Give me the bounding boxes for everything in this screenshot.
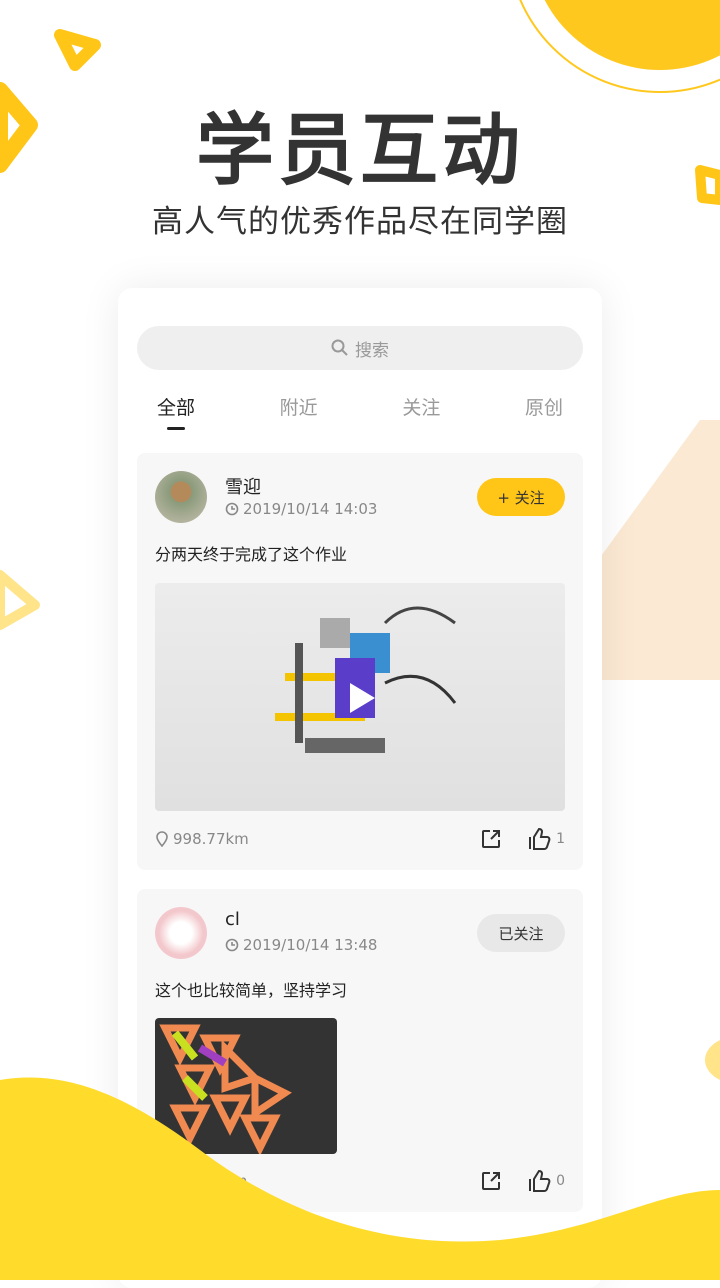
page-title: 学员互动 [195,106,524,196]
post-card: 雪迎 2019/10/14 14:03 + 关注 分两天终于完成了这个作业 99… [137,453,583,870]
like-button[interactable]: 1 [528,828,565,850]
tab-nearby[interactable]: 附近 [280,393,318,420]
followed-button[interactable]: 已关注 [477,914,565,952]
tab-bar: 全部 附近 关注 原创 [137,393,583,430]
tab-all[interactable]: 全部 [157,393,195,430]
avatar[interactable] [155,907,207,959]
user-name[interactable]: cl [225,909,240,930]
tab-following[interactable]: 关注 [402,393,440,420]
post-content: 分两天终于完成了这个作业 [155,545,348,564]
like-count: 1 [556,831,565,847]
post-time: 2019/10/14 14:03 [243,500,378,518]
clock-icon [225,502,239,516]
search-input[interactable]: 搜索 [137,326,583,370]
thumbs-up-icon [529,828,551,850]
post-content: 这个也比较简单，坚持学习 [155,981,348,1000]
tab-original[interactable]: 原创 [525,393,563,420]
distance: 998.77km [173,830,249,848]
search-placeholder: 搜索 [355,340,389,361]
yellow-wave [0,1040,720,1280]
video-thumbnail[interactable] [155,583,565,811]
follow-button[interactable]: + 关注 [477,478,565,516]
avatar[interactable] [155,471,207,523]
post-time: 2019/10/14 13:48 [243,936,378,954]
user-name[interactable]: 雪迎 [225,473,261,499]
search-icon [331,339,348,356]
location-icon [156,831,168,847]
page-subtitle: 高人气的优秀作品尽在同学圈 [152,204,568,240]
share-icon[interactable] [480,828,502,850]
clock-icon [225,938,239,952]
